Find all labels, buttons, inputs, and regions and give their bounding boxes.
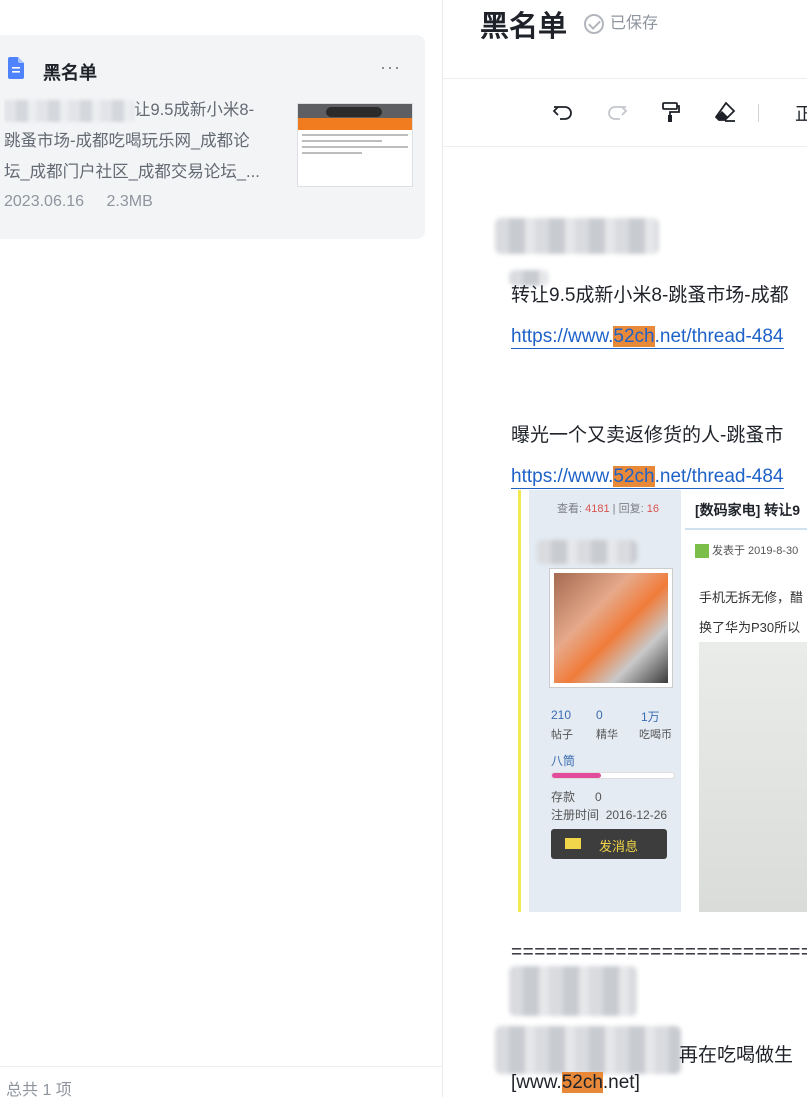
doc-paragraph: 曝光一个又卖返修货的人-跳蚤市 bbox=[511, 425, 784, 446]
text-style-dropdown[interactable]: 正 bbox=[795, 100, 807, 126]
eraser-icon[interactable] bbox=[712, 99, 738, 125]
deposit-row: 存款 0 bbox=[551, 790, 602, 804]
file-thumbnail bbox=[297, 103, 413, 187]
rank-progress-bar bbox=[551, 772, 675, 779]
redacted-text bbox=[495, 1026, 681, 1074]
posts-count: 210 bbox=[551, 708, 572, 722]
document-editor: 黑名单 已保存 正 转让9.5成新小米8-跳蚤市场-成都 https://www… bbox=[443, 0, 807, 1097]
doc-paragraph: 再在吃喝做生 bbox=[679, 1045, 794, 1066]
file-list-panel: 黑名单 ··· 让9.5成新小米8- 跳蚤市场-成都吃喝玩乐网_成都论 坛_成都… bbox=[0, 0, 443, 1099]
undo-icon[interactable] bbox=[550, 99, 576, 125]
file-card[interactable]: 黑名单 ··· 让9.5成新小米8- 跳蚤市场-成都吃喝玩乐网_成都论 坛_成都… bbox=[0, 35, 425, 239]
profile-sidebar: 查看: 4181 | 回复: 16 210 帖子 0 精华 1万 吃喝币 八筒 … bbox=[529, 490, 681, 912]
redacted-username bbox=[537, 540, 637, 564]
digest-label: 精华 bbox=[596, 729, 618, 741]
footer-divider bbox=[0, 1066, 443, 1067]
posts-label: 帖子 bbox=[551, 729, 573, 741]
redo-icon[interactable] bbox=[604, 99, 630, 125]
doc-paragraph: 转让9.5成新小米8-跳蚤市场-成都 bbox=[511, 285, 789, 306]
doc-title[interactable]: 黑名单 bbox=[480, 3, 567, 45]
user-rank: 八筒 bbox=[551, 754, 576, 768]
doc-link[interactable]: https://www.52ch.net/thread-484 bbox=[511, 466, 784, 489]
snippet-line: 跳蚤市场-成都吃喝玩乐网_成都论 bbox=[4, 132, 250, 150]
save-status: 已保存 bbox=[584, 9, 658, 34]
digest-count: 0 bbox=[596, 708, 603, 722]
doc-link[interactable]: [www.52ch.net] bbox=[511, 1072, 640, 1094]
toolbar-divider bbox=[443, 146, 807, 147]
header-divider bbox=[443, 78, 807, 79]
file-snippet: 让9.5成新小米8- 跳蚤市场-成都吃喝玩乐网_成都论 坛_成都门户社区_成都交… bbox=[4, 95, 280, 188]
file-size: 2.3MB bbox=[106, 193, 153, 210]
post-body-line: 换了华为P30所以 bbox=[699, 620, 801, 635]
post-photo bbox=[699, 642, 807, 912]
doc-link[interactable]: https://www.52ch.net/thread-484 bbox=[511, 326, 784, 349]
document-icon bbox=[8, 57, 24, 79]
user-icon bbox=[695, 544, 709, 559]
format-painter-icon[interactable] bbox=[658, 99, 684, 125]
redacted-text bbox=[509, 966, 637, 1016]
post-body-line: 手机无拆无修，醋 bbox=[699, 590, 804, 605]
register-row: 注册时间 2016-12-26 bbox=[551, 808, 668, 822]
total-count: 总共 1 项 bbox=[6, 1082, 72, 1099]
coins-label: 吃喝币 bbox=[639, 729, 672, 741]
redacted-text bbox=[495, 218, 659, 254]
post-content: [数码家电] 转让9 发表于 2019-8-30 手机无拆无修，醋 换了华为P3… bbox=[685, 490, 807, 912]
save-status-text: 已保存 bbox=[610, 15, 659, 32]
post-time: 发表于 2019-8-30 bbox=[695, 542, 798, 559]
snippet-line: 坛_成都门户社区_成都交易论坛_... bbox=[4, 163, 260, 181]
snippet-line: 让9.5成新小米8- bbox=[134, 101, 255, 119]
file-title: 黑名单 bbox=[43, 63, 97, 83]
file-date: 2023.06.16 bbox=[4, 193, 85, 210]
post-heading: [数码家电] 转让9 bbox=[695, 502, 800, 518]
check-circle-icon bbox=[584, 13, 604, 34]
avatar bbox=[549, 568, 673, 688]
envelope-icon bbox=[565, 838, 581, 849]
coins-count: 1万 bbox=[641, 710, 660, 724]
doc-divider-text: =========================== bbox=[511, 942, 807, 963]
redacted-text bbox=[4, 99, 134, 122]
thread-stats: 查看: 4181 | 回复: 16 bbox=[557, 503, 659, 515]
embedded-screenshot[interactable]: 查看: 4181 | 回复: 16 210 帖子 0 精华 1万 吃喝币 八筒 … bbox=[518, 490, 807, 912]
more-options-icon[interactable]: ··· bbox=[380, 57, 401, 78]
send-message-button: 发消息 bbox=[551, 829, 667, 859]
toolbar-separator bbox=[758, 104, 759, 122]
file-meta: 2023.06.16 2.3MB bbox=[4, 193, 171, 211]
